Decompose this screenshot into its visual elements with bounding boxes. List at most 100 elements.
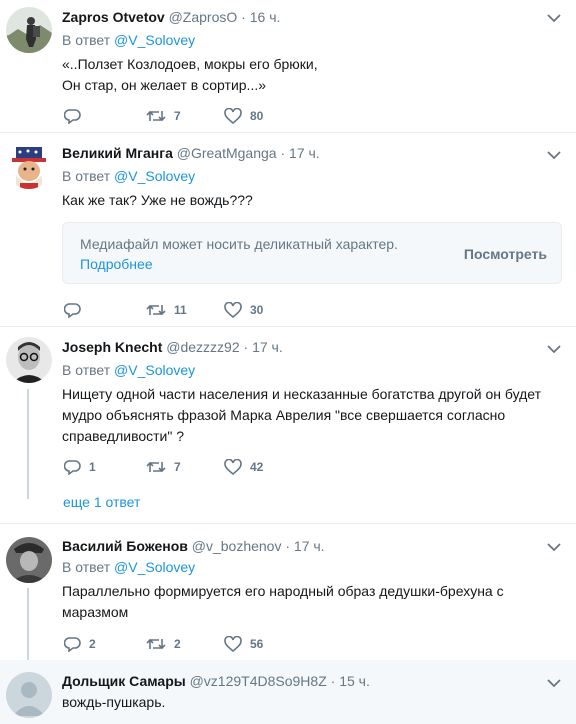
timestamp[interactable]: 17 ч. [289, 145, 320, 161]
tweet-header: Василий Боженов @v_bozhenov · 17 ч. [62, 538, 325, 554]
like-count: 30 [250, 303, 264, 317]
author-name[interactable]: Дольщик Самары [62, 673, 186, 689]
author-handle[interactable]: @GreatMganga [177, 145, 277, 161]
author-name[interactable]: Великий Мганга [62, 145, 173, 161]
author-handle[interactable]: @vz129T4D8So9H8Z [190, 673, 327, 689]
reply-count: 1 [89, 460, 96, 474]
tweet-card[interactable]: Дольщик Самары @vz129T4D8So9H8Z · 15 ч. … [0, 660, 576, 724]
tweet-text: Как же так? Уже не вождь??? [62, 190, 552, 211]
tweet-actions: 7 80 [62, 106, 382, 126]
separator: · [280, 145, 286, 161]
reply-context: В ответ @V_Solovey [62, 32, 195, 48]
reply-mention[interactable]: @V_Solovey [114, 32, 195, 48]
text-line: Он стар, он желает в сортир...» [62, 77, 267, 93]
tweet-card[interactable]: Василий Боженов @v_bozhenov · 17 ч. В от… [0, 524, 576, 660]
tweet-header: Дольщик Самары @vz129T4D8So9H8Z · 15 ч. [62, 673, 370, 689]
avatar[interactable] [6, 143, 52, 189]
avatar[interactable] [6, 537, 52, 583]
reply-icon [64, 109, 81, 124]
chevron-down-icon[interactable] [546, 343, 562, 355]
retweet-count: 11 [174, 303, 187, 317]
text-line: справедливости" ? [62, 428, 185, 444]
text-line: маразмом [62, 604, 129, 620]
author-handle[interactable]: @v_bozhenov [192, 538, 282, 554]
tweet-card[interactable]: Великий Мганга @GreatMganga · 17 ч. В от… [0, 133, 576, 327]
chevron-down-icon[interactable] [546, 677, 562, 689]
separator: · [241, 9, 246, 25]
author-name[interactable]: Zapros Otvetov [62, 9, 165, 25]
retweet-button[interactable]: 7 [146, 106, 181, 126]
tweet-text: вождь-пушкарь. [62, 692, 552, 713]
author-name[interactable]: Joseph Knecht [62, 339, 162, 355]
reply-prefix: В ответ [62, 362, 111, 378]
view-media-button[interactable]: Посмотреть [464, 246, 547, 262]
reply-icon [64, 460, 81, 475]
timestamp[interactable]: 17 ч. [294, 538, 325, 554]
retweet-button[interactable]: 7 [146, 457, 181, 477]
retweet-icon [146, 110, 166, 122]
thread-line [27, 588, 29, 660]
author-name[interactable]: Василий Боженов [62, 538, 188, 554]
retweet-button[interactable]: 2 [146, 634, 181, 654]
tweet-actions: 2 2 56 [62, 634, 382, 654]
learn-more-link[interactable]: Подробнее [80, 256, 153, 272]
timestamp[interactable]: 17 ч. [252, 339, 283, 355]
like-button[interactable]: 56 [224, 634, 263, 654]
like-button[interactable]: 42 [224, 457, 263, 477]
separator: · [243, 339, 249, 355]
retweet-button[interactable]: 11 [146, 300, 187, 320]
like-icon [224, 108, 242, 124]
reply-icon [64, 303, 81, 318]
reply-prefix: В ответ [62, 559, 111, 575]
avatar[interactable] [6, 7, 52, 53]
like-count: 80 [250, 109, 264, 123]
like-button[interactable]: 80 [224, 106, 263, 126]
text-line: вождь-пушкарь. [62, 694, 166, 710]
sensitive-media-warning: Медиафайл может носить деликатный характ… [62, 222, 562, 284]
timestamp[interactable]: 15 ч. [339, 673, 370, 689]
retweet-count: 7 [174, 460, 181, 474]
text-line: «..Ползет Козлодоев, мокры его брюки, [62, 56, 318, 72]
chevron-down-icon[interactable] [546, 541, 562, 553]
tweet-header: Joseph Knecht @dezzzz92 · 17 ч. [62, 339, 283, 355]
reply-button[interactable] [64, 300, 89, 320]
reply-context: В ответ @V_Solovey [62, 362, 195, 378]
like-icon [224, 636, 242, 652]
author-handle[interactable]: @ZaprosO [169, 9, 238, 25]
reply-prefix: В ответ [62, 32, 111, 48]
timestamp[interactable]: 16 ч. [250, 9, 281, 25]
reply-mention[interactable]: @V_Solovey [114, 362, 195, 378]
avatar[interactable] [6, 672, 52, 718]
show-more-replies-link[interactable]: еще 1 ответ [63, 494, 140, 510]
reply-prefix: В ответ [62, 168, 111, 184]
tweet-header: Великий Мганга @GreatMganga · 17 ч. [62, 145, 320, 161]
reply-mention[interactable]: @V_Solovey [114, 168, 195, 184]
like-icon [224, 459, 242, 475]
reply-icon [64, 637, 81, 652]
retweet-icon [146, 638, 166, 650]
thread-line [27, 389, 29, 499]
like-icon [224, 302, 242, 318]
tweet-actions: 11 30 [62, 300, 382, 320]
chevron-down-icon[interactable] [546, 149, 562, 161]
sensitive-media-message: Медиафайл может носить деликатный характ… [80, 236, 398, 252]
like-button[interactable]: 30 [224, 300, 263, 320]
reply-mention[interactable]: @V_Solovey [114, 559, 195, 575]
separator: · [285, 538, 291, 554]
reply-button[interactable] [64, 106, 89, 126]
text-line: Как же так? Уже не вождь??? [62, 192, 253, 208]
retweet-icon [146, 461, 166, 473]
reply-button[interactable]: 1 [64, 457, 96, 477]
tweet-text: «..Ползет Козлодоев, мокры его брюки, Он… [62, 54, 552, 96]
chevron-down-icon[interactable] [546, 12, 562, 24]
tweet-text: Нищету одной части населения и несказанн… [62, 384, 552, 447]
reply-button[interactable]: 2 [64, 634, 96, 654]
text-line: Параллельно формируется его народный обр… [62, 583, 504, 599]
author-handle[interactable]: @dezzzz92 [166, 339, 239, 355]
tweet-card[interactable]: Zapros Otvetov @ZaprosO · 16 ч. В ответ … [0, 0, 576, 133]
avatar[interactable] [6, 337, 52, 383]
retweet-count: 2 [174, 637, 181, 651]
text-line: Нищету одной части населения и несказанн… [62, 386, 542, 402]
reply-count: 2 [89, 637, 96, 651]
tweet-actions: 1 7 42 [62, 457, 382, 477]
